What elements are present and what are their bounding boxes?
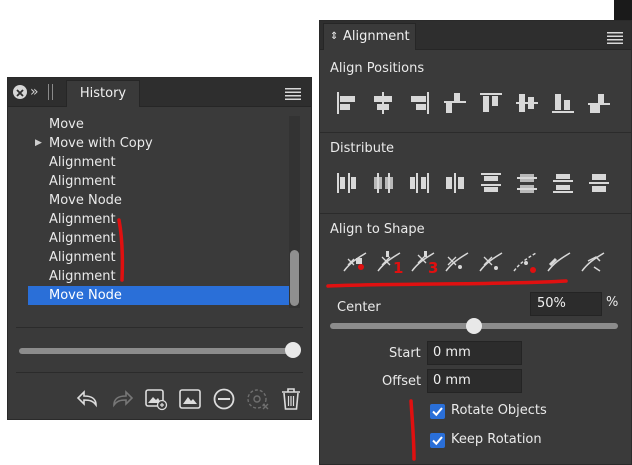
center-unit: %: [606, 295, 619, 310]
history-item[interactable]: Alignment: [28, 210, 290, 229]
history-item-label: Move Node: [49, 193, 122, 208]
tab-alignment-label: Alignment: [343, 29, 410, 44]
tab-history-label: History: [79, 86, 127, 101]
offset-label: Offset: [382, 374, 422, 389]
divider: [16, 327, 303, 328]
align-top-icon[interactable]: [478, 90, 504, 116]
annotation-number: 3: [428, 259, 439, 277]
history-item[interactable]: Alignment: [28, 153, 290, 172]
history-item-selected[interactable]: Move Node: [28, 286, 290, 305]
checkmark-icon: [432, 407, 443, 417]
start-input[interactable]: 0 mm: [427, 341, 522, 365]
tab-history[interactable]: History: [66, 80, 140, 107]
window-edge: [614, 0, 632, 20]
start-label: Start: [389, 346, 421, 361]
hamburger-menu-icon: [285, 88, 301, 100]
keep-rotation-option[interactable]: Keep Rotation: [430, 431, 630, 451]
alignment-panel: ⇕ Alignment Align Positions Distribute A…: [319, 20, 632, 465]
history-item-label: Alignment: [49, 250, 116, 265]
distribute-middle-icon[interactable]: [514, 170, 540, 196]
align-positions-row: [334, 90, 624, 118]
center-label: Center: [337, 300, 381, 315]
history-item[interactable]: Alignment: [28, 172, 290, 191]
align-left-icon[interactable]: [334, 90, 360, 116]
annotation-mark: [117, 218, 125, 282]
align-right-icon[interactable]: [406, 90, 432, 116]
align-center-horizontal-icon[interactable]: [370, 90, 396, 116]
section-title-align-to-shape: Align to Shape: [330, 222, 425, 237]
distribute-top-icon[interactable]: [478, 170, 504, 196]
align-center-vertical-icon[interactable]: [514, 90, 540, 116]
checkmark-icon: [432, 436, 443, 446]
center-slider-thumb[interactable]: [466, 318, 482, 334]
align-last-icon[interactable]: [586, 90, 612, 116]
annotation-number: 1: [393, 259, 404, 277]
history-item[interactable]: ▶ Move with Copy: [28, 134, 290, 153]
close-panel-button[interactable]: [13, 85, 27, 99]
history-item-label: Alignment: [49, 155, 116, 170]
distribute-center-icon[interactable]: [370, 170, 396, 196]
history-item-label: Alignment: [49, 174, 116, 189]
close-icon: [16, 89, 24, 97]
rotate-objects-label: Rotate Objects: [451, 403, 547, 418]
align-first-icon[interactable]: [442, 90, 468, 116]
history-slider-thumb[interactable]: [285, 342, 301, 358]
history-panel: » History Move ▶ Move with Copy Alignment…: [7, 77, 312, 420]
history-list: Move ▶ Move with Copy Alignment Alignment…: [8, 114, 311, 312]
trash-icon[interactable]: [280, 387, 302, 411]
keep-rotation-label: Keep Rotation: [451, 432, 542, 447]
keep-rotation-checkbox[interactable]: [430, 433, 445, 448]
history-item[interactable]: Alignment: [28, 248, 290, 267]
history-item-label: Alignment: [49, 231, 116, 246]
history-item-label: Alignment: [49, 212, 116, 227]
align-bottom-icon[interactable]: [550, 90, 576, 116]
annotation-dot: [358, 264, 364, 270]
add-snapshot-icon[interactable]: [144, 387, 168, 411]
annotation-dot: [530, 267, 536, 273]
history-item-label: Alignment: [49, 269, 116, 284]
collapse-arrows-icon[interactable]: ⇕: [330, 24, 338, 50]
offset-input[interactable]: 0 mm: [427, 369, 522, 393]
distribute-right-icon[interactable]: [406, 170, 432, 196]
history-item-label: Move Node: [49, 288, 122, 303]
panel-menu-button[interactable]: [285, 85, 301, 104]
clear-icon[interactable]: [246, 387, 270, 411]
double-chevron-right-icon: »: [30, 84, 39, 100]
distribute-row: [334, 170, 624, 198]
expand-arrow-icon[interactable]: ▶: [35, 134, 42, 153]
minus-circle-icon[interactable]: [212, 387, 236, 411]
grip-icon-line: [52, 84, 53, 100]
history-header: [8, 78, 311, 107]
history-item-label: Move: [49, 117, 84, 132]
snapshot-icon[interactable]: [178, 387, 202, 411]
hamburger-menu-icon: [607, 32, 623, 44]
distribute-left-icon[interactable]: [334, 170, 360, 196]
tab-alignment[interactable]: ⇕ Alignment: [323, 23, 416, 50]
divider: [320, 132, 631, 133]
distribute-space-vertical-icon[interactable]: [586, 170, 612, 196]
distribute-space-horizontal-icon[interactable]: [442, 170, 468, 196]
distribute-bottom-icon[interactable]: [550, 170, 576, 196]
annotation-underline: [326, 279, 568, 288]
panel-menu-button[interactable]: [607, 29, 623, 48]
divider: [16, 372, 303, 373]
grip-icon[interactable]: [48, 84, 49, 100]
redo-icon[interactable]: [110, 387, 134, 411]
history-item[interactable]: Alignment: [28, 267, 290, 286]
section-title-distribute: Distribute: [330, 141, 395, 156]
history-item[interactable]: Alignment: [28, 229, 290, 248]
history-slider-track[interactable]: [19, 348, 295, 354]
rotate-objects-checkbox[interactable]: [430, 404, 445, 419]
annotation-mark: [409, 399, 416, 461]
rotate-objects-option[interactable]: Rotate Objects: [430, 402, 630, 422]
undo-icon[interactable]: [76, 387, 100, 411]
center-input[interactable]: 50%: [530, 292, 602, 316]
divider: [320, 213, 631, 214]
history-scrollbar-thumb[interactable]: [290, 250, 299, 306]
history-item[interactable]: Move Node: [28, 191, 290, 210]
history-item[interactable]: Move: [28, 115, 290, 134]
section-title-align-positions: Align Positions: [330, 61, 425, 76]
history-item-label: Move with Copy: [49, 136, 153, 151]
collapse-panel-button[interactable]: »: [30, 83, 44, 101]
